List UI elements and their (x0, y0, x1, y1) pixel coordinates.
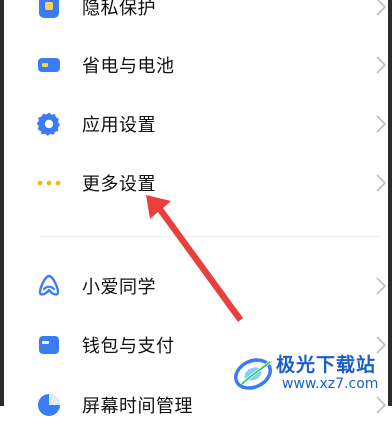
settings-item-label: 屏幕时间管理 (82, 396, 193, 417)
wallet-icon (39, 336, 59, 354)
settings-item-label: 隐私保护 (82, 0, 156, 19)
settings-item-label: 钱包与支付 (82, 336, 175, 357)
battery-icon (38, 58, 60, 72)
settings-item-label: 更多设置 (82, 174, 156, 195)
chevron-right-icon (376, 115, 387, 133)
screen-time-icon (38, 394, 60, 416)
settings-item-label: 应用设置 (82, 115, 156, 136)
watermark-url: www.xz7.com (282, 376, 379, 392)
settings-item-app-settings[interactable]: 应用设置 (4, 95, 388, 153)
site-watermark: 极光下载站 www.xz7.com (230, 346, 392, 406)
watermark-title: 极光下载站 (276, 354, 377, 376)
settings-item-label: 省电与电池 (82, 56, 175, 77)
section-divider (40, 236, 380, 237)
more-dots-icon (37, 180, 61, 186)
chevron-right-icon (376, 0, 387, 16)
settings-item-more-settings[interactable]: 更多设置 (4, 154, 388, 212)
settings-item-battery[interactable]: 省电与电池 (4, 36, 388, 94)
settings-item-label: 小爱同学 (82, 277, 156, 298)
chevron-right-icon (376, 277, 387, 295)
settings-item-xiaoai[interactable]: 小爱同学 (4, 257, 388, 315)
assistant-icon (38, 274, 60, 296)
gear-icon (36, 112, 60, 136)
aurora-logo-icon (234, 358, 272, 390)
chevron-right-icon (376, 174, 387, 192)
chevron-right-icon (376, 56, 387, 74)
settings-item-privacy[interactable]: 隐私保护 (4, 0, 388, 36)
privacy-icon (39, 0, 59, 18)
